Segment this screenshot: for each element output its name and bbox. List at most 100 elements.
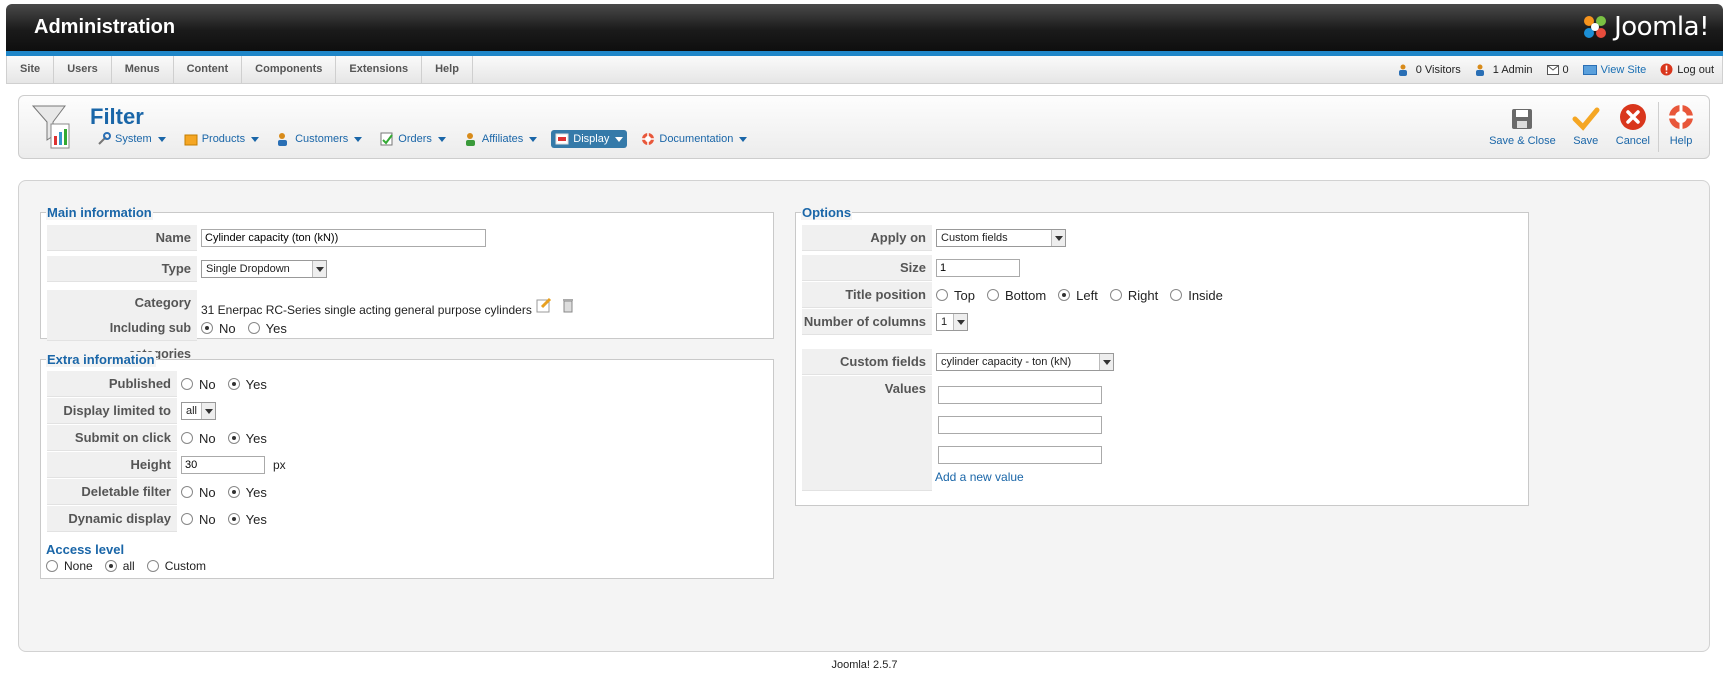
submit-yes-radio[interactable]	[227, 432, 240, 444]
joomla-logo[interactable]: Joomla!	[1580, 12, 1709, 42]
submit-on-click-row: Submit on click No Yes	[47, 425, 279, 451]
admin-title: Administration	[34, 16, 176, 38]
delete-icon[interactable]	[562, 297, 574, 313]
submenu-system[interactable]: System	[93, 130, 170, 148]
category-label: Category	[47, 290, 197, 316]
toolbar: Filter System Products Customers Orders …	[18, 95, 1710, 159]
display-limited-select[interactable]: all	[181, 402, 216, 420]
columns-row: Number of columns 1	[802, 309, 968, 335]
main-information-fieldset: Main information Name Type Single Dropdo…	[40, 205, 774, 361]
columns-select[interactable]: 1	[936, 313, 968, 331]
save-button[interactable]: Save	[1564, 96, 1608, 158]
edit-icon[interactable]	[536, 297, 552, 313]
chevron-down-icon	[615, 136, 624, 142]
submenu-products[interactable]: Products	[180, 130, 263, 148]
subcategories-row: Including sub categories No Yes	[47, 315, 299, 361]
published-row: Published No Yes	[47, 371, 279, 397]
chevron-down-icon	[1051, 230, 1065, 246]
type-select[interactable]: Single Dropdown	[201, 260, 327, 278]
main-menu: Site Users Menus Content Components Exte…	[6, 56, 1723, 84]
submit-no-radio[interactable]	[181, 432, 193, 444]
cancel-button[interactable]: Cancel	[1608, 96, 1658, 158]
access-none-radio[interactable]	[46, 560, 58, 572]
menu-help[interactable]: Help	[422, 56, 473, 83]
extra-information-fieldset: Extra information Published No Yes Displ…	[40, 352, 774, 579]
main-information-legend: Main information	[46, 205, 153, 220]
status-bar: 0 Visitors 1 Admin 0 View Site Log out	[1398, 56, 1714, 83]
title-inside-radio[interactable]	[1170, 289, 1183, 301]
value-input-3[interactable]	[938, 446, 1102, 464]
size-row: Size	[802, 255, 1020, 281]
chevron-down-icon	[312, 261, 326, 277]
chevron-down-icon	[201, 403, 215, 419]
save-close-button[interactable]: Save & Close	[1481, 96, 1564, 158]
title-top-radio[interactable]	[936, 289, 948, 301]
size-input[interactable]	[936, 259, 1020, 277]
access-level-legend: Access level	[46, 542, 125, 557]
cancel-icon	[1619, 104, 1646, 130]
dynamic-yes-radio[interactable]	[227, 513, 240, 525]
messages-status[interactable]: 0	[1546, 64, 1569, 76]
submenu-documentation[interactable]: Documentation	[637, 130, 751, 148]
submenu-display[interactable]: Display	[551, 130, 628, 148]
title-left-radio[interactable]	[1058, 289, 1071, 301]
values-row: Values Add a new value	[802, 376, 1102, 491]
name-row: Name	[47, 225, 486, 251]
chevron-down-icon	[354, 136, 363, 142]
value-input-2[interactable]	[938, 416, 1102, 434]
submenu-orders[interactable]: Orders	[376, 130, 450, 148]
options-fieldset: Options Apply on Custom fields Size Titl…	[795, 205, 1529, 506]
dynamic-no-radio[interactable]	[181, 513, 193, 525]
menu-site[interactable]: Site	[7, 56, 55, 83]
name-input[interactable]	[201, 229, 486, 247]
display-limited-row: Display limited to all	[47, 398, 216, 424]
options-legend: Options	[801, 205, 853, 220]
type-row: Type Single Dropdown	[47, 256, 327, 282]
filter-icon	[31, 105, 70, 149]
menu-components[interactable]: Components	[242, 56, 337, 83]
published-no-radio[interactable]	[181, 378, 193, 390]
apply-on-select[interactable]: Custom fields	[936, 229, 1066, 247]
menu-content[interactable]: Content	[174, 56, 243, 83]
content-area: Main information Name Type Single Dropdo…	[18, 180, 1710, 652]
title-right-radio[interactable]	[1109, 289, 1122, 301]
value-input-1[interactable]	[938, 386, 1102, 404]
columns-label: Number of columns	[802, 309, 932, 335]
dynamic-display-label: Dynamic display	[47, 506, 177, 532]
title-bottom-radio[interactable]	[986, 289, 999, 301]
floppy-icon	[1512, 109, 1533, 129]
subcategories-label: Including sub categories	[47, 315, 197, 361]
add-value-link[interactable]: Add a new value	[935, 470, 1102, 484]
view-site-link[interactable]: View Site	[1582, 64, 1646, 76]
access-all-radio[interactable]	[104, 560, 117, 572]
values-label: Values	[802, 376, 932, 491]
deletable-no-radio[interactable]	[181, 486, 193, 498]
deletable-yes-radio[interactable]	[227, 486, 240, 498]
chevron-down-icon	[251, 136, 260, 142]
tools-icon	[98, 132, 111, 145]
visitors-status: 0 Visitors	[1398, 64, 1461, 76]
submenu-affiliates[interactable]: Affiliates	[460, 130, 541, 148]
height-input[interactable]	[181, 456, 265, 474]
type-label: Type	[47, 256, 197, 282]
custom-fields-select[interactable]: cylinder capacity - ton (kN)	[936, 353, 1114, 371]
deletable-label: Deletable filter	[47, 479, 177, 505]
menu-menus[interactable]: Menus	[112, 56, 174, 83]
display-icon	[555, 133, 569, 145]
chevron-down-icon	[437, 136, 446, 142]
menu-users[interactable]: Users	[54, 56, 112, 83]
logout-link[interactable]: Log out	[1660, 63, 1714, 76]
menu-extensions[interactable]: Extensions	[336, 56, 423, 83]
subcat-no-radio[interactable]	[201, 322, 213, 334]
access-custom-radio[interactable]	[146, 560, 159, 572]
submenu-customers[interactable]: Customers	[273, 130, 366, 148]
chevron-down-icon	[529, 136, 538, 142]
subcat-yes-radio[interactable]	[247, 322, 260, 334]
published-yes-radio[interactable]	[227, 378, 240, 390]
help-button[interactable]: Help	[1659, 96, 1709, 158]
height-unit: px	[273, 458, 286, 472]
orders-icon	[380, 132, 394, 146]
joomla-logo-icon	[1584, 16, 1607, 38]
submit-on-click-label: Submit on click	[47, 425, 177, 451]
chevron-down-icon	[1099, 354, 1113, 370]
